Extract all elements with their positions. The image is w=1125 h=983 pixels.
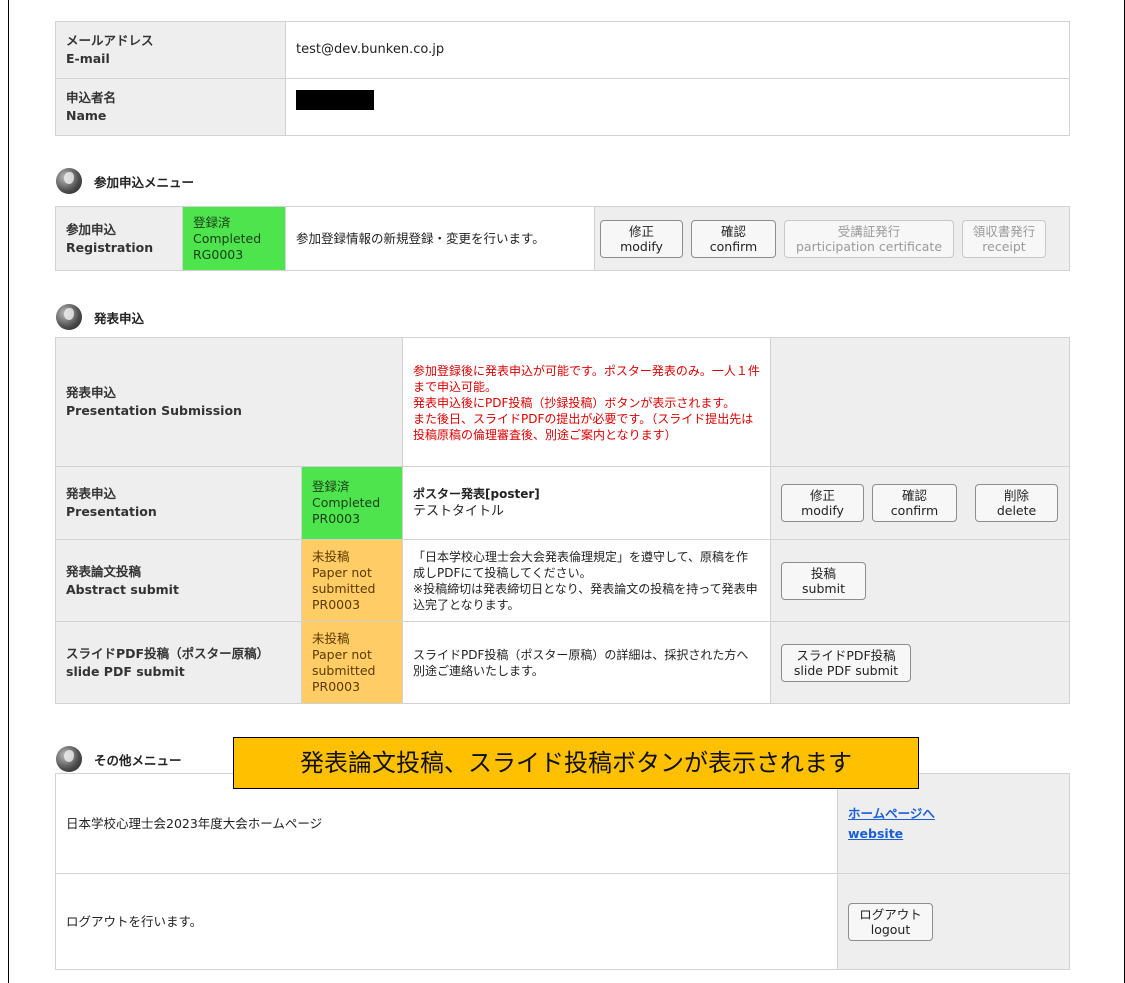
- email-value: test@dev.bunken.co.jp: [285, 21, 1070, 79]
- abstract-label: 発表論文投稿 Abstract submit: [55, 539, 302, 622]
- presentation-confirm-button[interactable]: 確認 confirm: [872, 484, 958, 522]
- registration-table: 参加申込 Registration 登録済 Completed RG0003 参加…: [55, 206, 1070, 271]
- registration-label: 参加申込 Registration: [55, 206, 183, 271]
- redacted-name: [296, 90, 374, 110]
- slide-label: スライドPDF投稿（ポスター原稿） slide PDF submit: [55, 621, 302, 704]
- registration-actions: 修正 modify 確認 confirm 受講証発行 participation ce…: [594, 206, 1070, 271]
- receipt-button[interactable]: 領収書発行 receipt: [962, 219, 1046, 258]
- globe-icon: [56, 304, 82, 330]
- presentation-submission-label: 発表申込 Presentation Submission: [54, 337, 404, 467]
- presentation-info: ポスター発表[poster] テストタイトル: [402, 466, 772, 540]
- registration-status-badge: 登録済 Completed RG0003: [182, 206, 286, 271]
- logout-cell: ログアウト logout: [837, 873, 1070, 970]
- presentation-status-badge: 登録済 Completed PR0003: [300, 466, 404, 540]
- slide-pdf-submit-button[interactable]: スライドPDF投稿 slide PDF submit: [781, 643, 912, 682]
- presentation-notice: 参加登録後に発表申込が可能です。ポスター発表のみ。一人１件まで申込可能。 発表申…: [402, 337, 772, 467]
- email-label: メールアドレス E-mail: [55, 21, 286, 79]
- registration-section-title: 参加申込メニュー: [94, 174, 195, 190]
- presentation-section-title: 発表申込: [94, 310, 145, 326]
- registration-description: 参加登録情報の新規登録・変更を行います。: [285, 206, 595, 271]
- presentation-modify-button[interactable]: 修正 modify: [781, 484, 865, 522]
- slide-actions: スライドPDF投稿 slide PDF submit: [770, 621, 1070, 704]
- other-section-header: その他メニュー: [56, 746, 182, 772]
- presentation-title: テストタイトル: [413, 504, 505, 519]
- globe-icon: [56, 746, 82, 772]
- globe-icon: [56, 168, 82, 194]
- presentation-table: 発表申込 Presentation Submission 参加登録後に発表申込が可…: [54, 337, 1070, 704]
- presentation-actions: 修正 modify 確認 confirm 削除 delete: [770, 466, 1070, 540]
- presentation-delete-button[interactable]: 削除 delete: [975, 484, 1059, 522]
- other-menu-table: 日本学校心理士会2023年度大会ホームページ ホームページへ website ロ…: [55, 773, 1070, 970]
- presentation-section-header: 発表申込: [56, 304, 144, 330]
- registration-modify-button[interactable]: 修正 modify: [600, 219, 683, 258]
- presentation-type: ポスター発表[poster]: [413, 487, 540, 501]
- logout-button[interactable]: ログアウト logout: [848, 902, 933, 941]
- callout-annotation: 発表論文投稿、スライド投稿ボタンが表示されます: [233, 737, 919, 789]
- name-value: [285, 78, 1070, 136]
- participation-certificate-button[interactable]: 受講証発行 participation certificate: [784, 219, 954, 258]
- abstract-description: 「日本学校心理士会大会発表倫理規定」を遵守して、原稿を作成しPDFにて投稿してく…: [402, 539, 772, 622]
- other-section-title: その他メニュー: [94, 752, 182, 768]
- name-label: 申込者名 Name: [55, 78, 286, 136]
- account-table: メールアドレス E-mail test@dev.bunken.co.jp 申込者名…: [55, 21, 1070, 136]
- logout-text: ログアウトを行います。: [55, 873, 838, 970]
- homepage-link[interactable]: ホームページへ website: [848, 804, 1059, 844]
- presentation-notice-actions: [770, 337, 1070, 467]
- registration-section-header: 参加申込メニュー: [56, 168, 194, 194]
- abstract-status-badge: 未投稿 Paper not submitted PR0003: [300, 539, 404, 622]
- slide-status-badge: 未投稿 Paper not submitted PR0003: [300, 621, 404, 704]
- abstract-submit-button[interactable]: 投稿 submit: [781, 561, 867, 600]
- presentation-label: 発表申込 Presentation: [55, 466, 302, 540]
- registration-confirm-button[interactable]: 確認 confirm: [691, 219, 776, 258]
- slide-description: スライドPDF投稿（ポスター原稿）の詳細は、採択された方へ別途ご連絡いたします。: [402, 621, 772, 704]
- abstract-actions: 投稿 submit: [770, 539, 1070, 622]
